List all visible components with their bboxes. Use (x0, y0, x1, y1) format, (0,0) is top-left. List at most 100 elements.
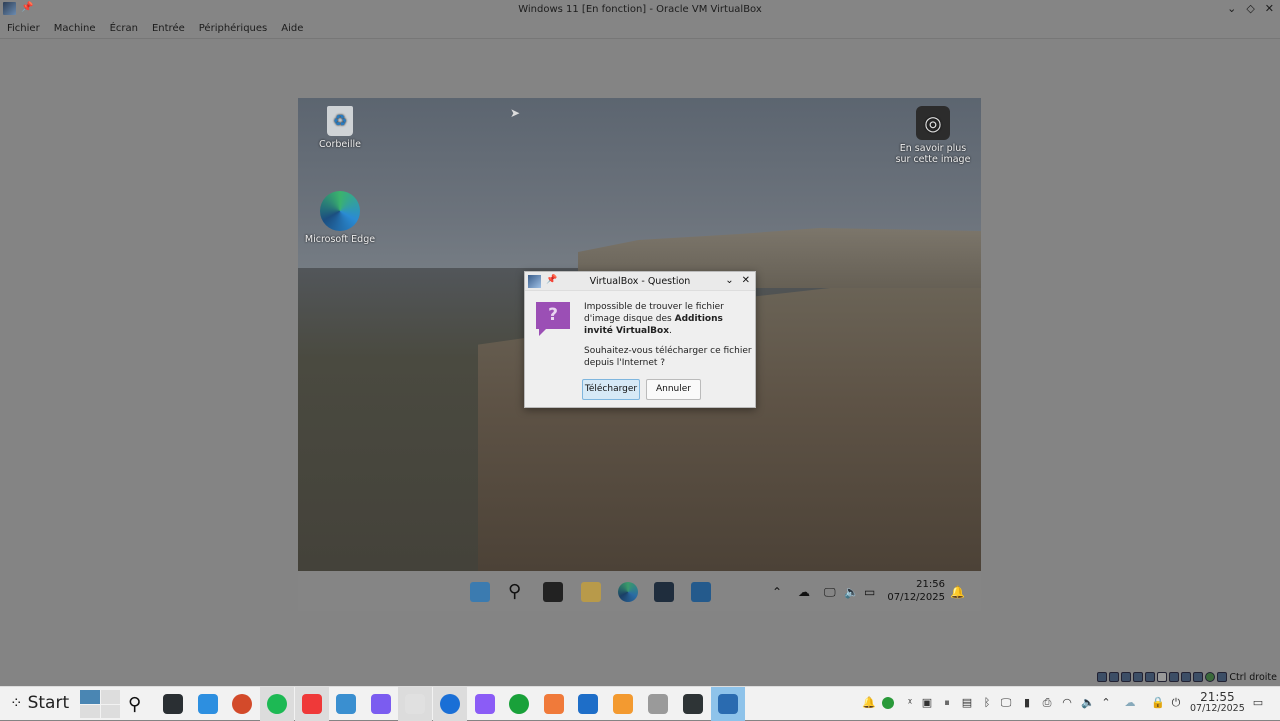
menu-ecran[interactable]: Écran (110, 23, 138, 34)
guest-taskbar: ⚲ ⌃ ☁ 🖵 🔈 ▭ 21:56 07/12/2025 🔔 (298, 571, 981, 611)
files-icon[interactable] (336, 694, 356, 714)
weather-icon[interactable]: ☁ (1124, 697, 1136, 709)
desktop-icon-label: Corbeille (319, 139, 361, 150)
media-pause-icon[interactable]: ⏸ (941, 697, 953, 709)
network-icon[interactable] (1133, 672, 1144, 682)
system-settings-icon[interactable] (163, 694, 183, 714)
chevron-up-icon[interactable]: ⌃ (772, 582, 792, 602)
terminal-icon[interactable] (683, 694, 703, 714)
menu-entree[interactable]: Entrée (152, 23, 185, 34)
aperture-icon[interactable] (232, 694, 252, 714)
search-icon[interactable]: ⚲ (128, 694, 148, 715)
task-view-icon[interactable] (543, 582, 563, 602)
menu-aide[interactable]: Aide (281, 23, 303, 34)
hard-disk-icon[interactable] (1097, 672, 1108, 682)
desktop-icon-image-info[interactable]: ◎ En savoir plus sur cette image (892, 106, 974, 165)
volume-icon[interactable]: 🔈 (1081, 697, 1095, 709)
image-info-icon: ◎ (916, 106, 950, 140)
whatsapp-like-icon[interactable] (509, 694, 529, 714)
proton-vpn-icon[interactable] (371, 694, 391, 714)
guest-date: 07/12/2025 (887, 592, 945, 603)
display-icon[interactable] (1169, 672, 1180, 682)
usb-icon[interactable] (1145, 672, 1156, 682)
wifi-icon[interactable]: ◠ (1061, 697, 1073, 709)
desktop-icon-label: Microsoft Edge (304, 234, 376, 245)
notifications-icon[interactable]: 🔔 (862, 697, 876, 709)
edge-icon[interactable] (618, 582, 638, 602)
desktop-icon-edge[interactable]: Microsoft Edge (302, 191, 378, 245)
document-icon[interactable] (405, 694, 425, 714)
host-date: 07/12/2025 (1190, 703, 1245, 714)
vivaldi-icon[interactable] (302, 694, 322, 714)
clipboard-icon[interactable]: ▤ (961, 697, 973, 709)
menu-peripheriques[interactable]: Périphériques (199, 23, 268, 34)
outlook-icon[interactable] (691, 582, 711, 602)
screenshot-icon[interactable]: ▣ (921, 697, 933, 709)
start-button[interactable]: ⁘ Start (10, 693, 69, 713)
volume-icon[interactable]: 🔈 (844, 582, 864, 602)
layers-icon[interactable] (544, 694, 564, 714)
menu-fichier[interactable]: Fichier (7, 23, 40, 34)
menu-machine[interactable]: Machine (54, 23, 96, 34)
host-key-label: Ctrl droite (1229, 671, 1277, 683)
guest-time: 21:56 (916, 579, 945, 590)
question-icon: ? (536, 302, 570, 336)
discover-store-icon[interactable] (198, 694, 218, 714)
network-icon[interactable]: 🖵 (824, 582, 844, 602)
calculator-icon[interactable] (648, 694, 668, 714)
host-clock[interactable]: 21:55 07/12/2025 (1190, 690, 1245, 714)
guest-clock[interactable]: 21:56 07/12/2025 (887, 578, 945, 604)
windows-start-icon[interactable] (470, 582, 490, 602)
spotify-icon[interactable] (267, 694, 287, 714)
show-desktop-icon[interactable]: ▭ (1252, 697, 1264, 709)
printer-icon[interactable]: ⎙ (1041, 697, 1053, 709)
display-icon[interactable]: 🖵 (1000, 697, 1012, 709)
window-titlebar: 📌 Windows 11 [En fonction] - Oracle VM V… (0, 0, 1280, 19)
host-taskbar: ⁘ Start ⚲ 🔔 ᵡ ▣ ⏸ ▤ ᛒ 🖵 ▮ ⎙ ◠ 🔈 ⌃ ☁ 🔒 ⏻ 2… (0, 686, 1280, 721)
virtualbox-icon[interactable] (718, 694, 738, 714)
thunderbird-icon[interactable] (440, 694, 460, 714)
libreoffice-writer-icon[interactable] (578, 694, 598, 714)
mouse-integration-icon[interactable] (1205, 672, 1216, 682)
desktop-icon-recycle-bin[interactable]: ♻ Corbeille (310, 106, 370, 150)
edge-icon (320, 191, 360, 231)
host-time: 21:55 (1200, 690, 1235, 704)
virtual-desktop-pager[interactable] (80, 690, 120, 718)
keyboard-capture-icon[interactable] (1217, 672, 1228, 682)
recording-icon[interactable] (1181, 672, 1192, 682)
notification-bell-icon[interactable]: 🔔 (950, 582, 970, 602)
menu-bar: Fichier Machine Écran Entrée Périphériqu… (0, 19, 1280, 39)
file-explorer-icon[interactable] (581, 582, 601, 602)
shared-folder-icon[interactable] (1157, 672, 1168, 682)
dialog-question: Souhaitez-vous télécharger ce fichier de… (584, 346, 752, 368)
download-button[interactable]: Télécharger (582, 379, 640, 400)
chevron-up-icon[interactable]: ⌃ (1100, 697, 1112, 709)
cancel-button[interactable]: Annuler (646, 379, 701, 400)
maximize-button[interactable]: ◇ (1246, 2, 1254, 15)
kdeconnect-icon[interactable]: ᵡ (904, 697, 916, 709)
close-button[interactable]: ✕ (1265, 2, 1274, 15)
dialog-titlebar: 📌 VirtualBox - Question ⌄ ✕ (525, 272, 755, 291)
dialog-minimize-button[interactable]: ⌄ (725, 275, 733, 286)
mouse-cursor-icon: ➤ (510, 106, 521, 120)
bitwarden-b-icon[interactable] (613, 694, 633, 714)
lock-icon[interactable]: 🔒 (1151, 697, 1165, 709)
vm-status-bar: Ctrl droite (1097, 669, 1280, 685)
dialog-title: VirtualBox - Question (589, 276, 691, 287)
question-dialog: 📌 VirtualBox - Question ⌄ ✕ ? Impossible … (524, 271, 756, 408)
onedrive-icon[interactable]: ☁ (798, 582, 818, 602)
message-end: . (669, 326, 672, 336)
audio-icon[interactable] (1121, 672, 1132, 682)
store-icon[interactable] (654, 582, 674, 602)
proton-mail-icon[interactable] (475, 694, 495, 714)
update-icon[interactable] (882, 697, 894, 709)
cpu-icon[interactable] (1193, 672, 1204, 682)
minimize-button[interactable]: ⌄ (1227, 2, 1236, 15)
search-icon[interactable]: ⚲ (508, 582, 528, 602)
usb-drive-icon[interactable]: ▮ (1021, 697, 1033, 709)
dialog-close-button[interactable]: ✕ (742, 275, 750, 286)
optical-drive-icon[interactable] (1109, 672, 1120, 682)
bluetooth-icon[interactable]: ᛒ (981, 697, 993, 709)
power-icon[interactable]: ⏻ (1170, 697, 1182, 709)
battery-icon[interactable]: ▭ (864, 582, 884, 602)
